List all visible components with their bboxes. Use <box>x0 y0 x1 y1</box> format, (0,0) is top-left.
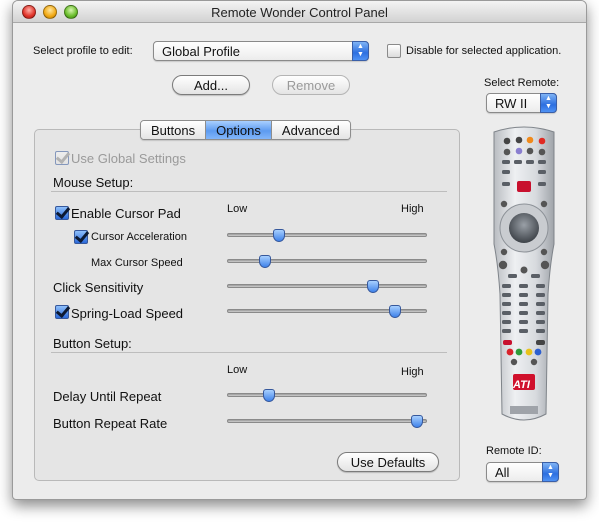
enable-cursor-pad-label: Enable Cursor Pad <box>71 206 181 221</box>
tab-buttons[interactable]: Buttons <box>141 121 207 139</box>
remote-id-label: Remote ID: <box>486 445 542 457</box>
mouse-scale-low-label: Low <box>227 203 248 215</box>
click-sensitivity-slider-thumb[interactable] <box>367 280 379 293</box>
up-down-arrows-icon: ▲ ▼ <box>352 41 369 61</box>
disable-for-app-checkbox[interactable] <box>387 44 401 58</box>
profile-popup[interactable]: Global Profile ▲ ▼ <box>153 41 369 61</box>
max-cursor-speed-slider-track[interactable] <box>227 259 427 263</box>
mouse-setup-divider <box>51 191 447 192</box>
remote-id-value: All <box>495 465 510 480</box>
spring-load-speed-slider-thumb[interactable] <box>389 305 401 318</box>
max-cursor-speed-slider-thumb[interactable] <box>259 255 271 268</box>
use-defaults-button[interactable]: Use Defaults <box>337 452 439 472</box>
cursor-acceleration-label: Cursor Acceleration <box>91 231 187 243</box>
tab-options[interactable]: Options <box>206 121 272 139</box>
tab-advanced[interactable]: Advanced <box>271 121 350 139</box>
select-remote-label: Select Remote: <box>484 77 560 89</box>
enable-cursor-pad-checkbox[interactable] <box>55 206 69 220</box>
up-down-arrows-icon: ▲ ▼ <box>542 462 559 482</box>
tab-bar: Buttons Options Advanced <box>140 120 351 140</box>
delay-until-repeat-slider-track[interactable] <box>227 393 427 397</box>
spring-load-speed-checkbox[interactable] <box>55 305 69 319</box>
button-setup-divider <box>51 352 447 353</box>
button-scale-high-label: High <box>401 366 424 378</box>
cursor-acceleration-slider-thumb[interactable] <box>273 229 285 242</box>
profile-popup-value: Global Profile <box>162 44 241 59</box>
cursor-acceleration-slider-track[interactable] <box>227 233 427 237</box>
delay-until-repeat-label: Delay Until Repeat <box>53 389 162 404</box>
control-panel-window: Remote Wonder Control Panel Select profi… <box>12 0 587 500</box>
remote-model-popup[interactable]: RW II ▲ ▼ <box>486 93 557 113</box>
up-down-arrows-icon: ▲ ▼ <box>540 93 557 113</box>
click-sensitivity-slider-track[interactable] <box>227 284 427 288</box>
profile-select-label: Select profile to edit: <box>33 45 133 57</box>
use-global-settings-checkbox[interactable] <box>55 151 69 165</box>
button-repeat-rate-slider-thumb[interactable] <box>411 415 423 428</box>
button-setup-heading: Button Setup: <box>53 336 132 351</box>
button-scale-low-label: Low <box>227 364 248 376</box>
remote-model-value: RW II <box>495 96 528 111</box>
cursor-acceleration-checkbox[interactable] <box>74 230 88 244</box>
remote-id-popup[interactable]: All ▲ ▼ <box>486 462 559 482</box>
click-sensitivity-label: Click Sensitivity <box>53 280 144 295</box>
remove-profile-button[interactable]: Remove <box>272 75 350 95</box>
max-cursor-speed-label: Max Cursor Speed <box>91 257 183 269</box>
mouse-scale-high-label: High <box>401 203 424 215</box>
spring-load-speed-label: Spring-Load Speed <box>71 306 184 321</box>
disable-for-app-label: Disable for selected application. <box>406 45 562 57</box>
mouse-setup-heading: Mouse Setup: <box>53 175 134 190</box>
window-title: Remote Wonder Control Panel <box>211 5 388 20</box>
add-profile-button[interactable]: Add... <box>172 75 250 95</box>
button-repeat-rate-label: Button Repeat Rate <box>53 416 168 431</box>
ati-logo: ATI <box>513 379 530 391</box>
use-global-settings-label: Use Global Settings <box>71 151 186 166</box>
button-repeat-rate-slider-track[interactable] <box>227 419 427 423</box>
delay-until-repeat-slider-thumb[interactable] <box>263 389 275 402</box>
title-bar[interactable]: Remote Wonder Control Panel <box>13 1 586 23</box>
